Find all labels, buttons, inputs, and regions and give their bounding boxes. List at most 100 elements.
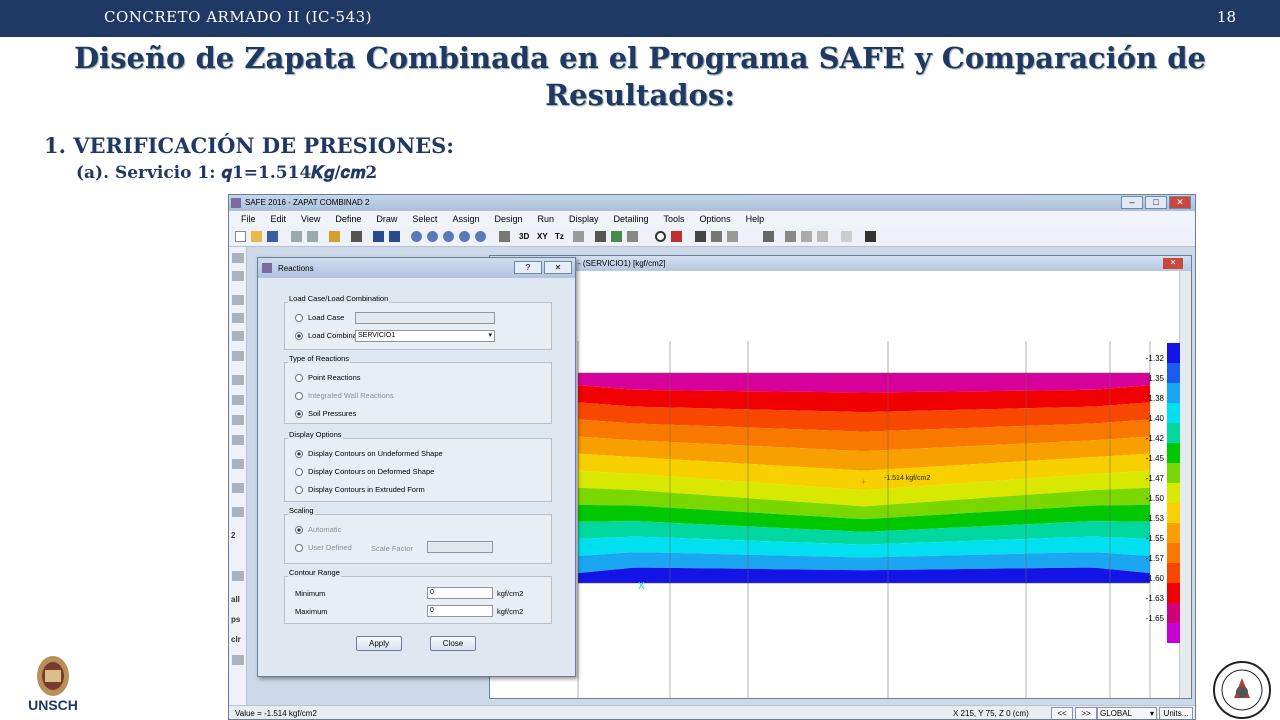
point-reactions-radio[interactable] [295,373,303,382]
select-all-button[interactable]: all [231,595,240,604]
draw-dimension-icon[interactable] [232,483,244,493]
maximize-button[interactable]: □ [1145,196,1167,209]
strip-forces-icon[interactable] [727,231,738,242]
print-icon[interactable] [817,231,828,242]
deformed-label: Display Contours on Deformed Shape [308,467,435,476]
pressure-contour-plot[interactable]: -1.32 -1.35 -1.38 -1.40 -1.42 -1.45 -1.47 -1.50… [490,271,1180,699]
draw-tendon-icon[interactable] [232,435,244,445]
pan-icon[interactable] [499,231,510,242]
lock-icon[interactable] [351,231,362,242]
draw-support-icon[interactable] [232,507,244,517]
draw-beam-icon[interactable] [232,395,244,405]
load-combo-select[interactable]: SERVICIO1 ▾ [355,330,495,342]
run-check-icon[interactable] [389,231,400,242]
member-forces-icon[interactable] [711,231,722,242]
soil-pressures-option[interactable]: Soil Pressures [295,409,356,418]
next-button[interactable]: >> [1075,707,1097,719]
menu-options[interactable]: Options [700,214,731,224]
zoom-in-icon[interactable] [443,231,454,242]
draw-wall-icon[interactable] [232,415,244,425]
new-file-icon[interactable] [235,231,246,242]
menu-detailing[interactable]: Detailing [614,214,649,224]
snap-grid-icon[interactable] [232,655,244,665]
deformed-shape-icon[interactable] [671,231,682,242]
undeformed-option[interactable]: Display Contours on Undeformed Shape [295,449,443,458]
help-button[interactable]: ? [514,261,542,274]
dropdown-arrow-icon[interactable]: ▾ [1150,708,1154,719]
check-icon[interactable] [627,231,638,242]
menu-file[interactable]: File [241,214,256,224]
undeformed-radio[interactable] [295,449,303,458]
design-results-icon[interactable] [763,231,774,242]
dialog-close-button[interactable]: ✕ [544,261,572,274]
draw-line-icon[interactable] [232,375,244,385]
minimum-input[interactable]: 0 [427,587,493,599]
glasses-icon[interactable] [595,231,606,242]
menu-tools[interactable]: Tools [664,214,685,224]
coordinate-system-select[interactable]: GLOBAL ▾ [1097,707,1157,719]
tool-2[interactable]: 2 [231,531,235,540]
menu-design[interactable]: Design [494,214,522,224]
minimize-button[interactable]: – [1121,196,1143,209]
redo-icon[interactable] [307,231,318,242]
draw-point-icon[interactable] [232,351,244,361]
menu-select[interactable]: Select [412,214,437,224]
zoom-fit-icon[interactable] [427,231,438,242]
clear-selection-button[interactable]: clr [231,635,241,644]
menu-run[interactable]: Run [537,214,554,224]
menu-draw[interactable]: Draw [376,214,397,224]
soil-pressures-radio[interactable] [295,409,303,418]
set-display-icon[interactable] [611,231,622,242]
vertical-scrollbar[interactable] [1179,271,1191,698]
zoom-previous-icon[interactable] [475,231,486,242]
zoom-out-icon[interactable] [459,231,470,242]
pointer-icon[interactable] [232,253,244,263]
menu-display[interactable]: Display [569,214,599,224]
reshape-icon[interactable] [232,271,244,281]
previous-selection-button[interactable]: ps [231,615,240,624]
deformed-radio[interactable] [295,467,303,476]
apply-button[interactable]: Apply [356,636,402,651]
grid-table-icon[interactable] [865,231,876,242]
snap-icon[interactable] [232,571,244,581]
zoom-window-icon[interactable] [411,231,422,242]
close-plot-button[interactable]: ✕ [1163,258,1183,269]
menu-help[interactable]: Help [746,214,765,224]
extruded-option[interactable]: Display Contours in Extruded Form [295,485,425,494]
draw-rectangle-icon[interactable] [232,313,244,323]
menu-define[interactable]: Define [335,214,361,224]
draw-strip-icon[interactable] [232,459,244,469]
close-app-button[interactable]: ✕ [1169,196,1191,209]
pencil-icon[interactable] [329,231,340,242]
menu-assign[interactable]: Assign [452,214,479,224]
load-case-radio[interactable] [295,313,303,322]
dialog-close-action-button[interactable]: Close [430,636,476,651]
reactions-icon[interactable] [695,231,706,242]
undeformed-shape-icon[interactable] [655,231,666,242]
view-xy-button[interactable]: XY [537,232,548,241]
table-icon[interactable] [785,231,796,242]
report-icon[interactable] [801,231,812,242]
open-folder-icon[interactable] [251,231,262,242]
maximum-input[interactable]: 0 [427,605,493,617]
menu-edit[interactable]: Edit [271,214,287,224]
menu-view[interactable]: View [301,214,320,224]
previous-button[interactable]: << [1051,707,1073,719]
units-button[interactable]: Units... [1159,707,1193,719]
draw-column-icon[interactable] [232,331,244,341]
chart-icon[interactable] [841,231,852,242]
rotate-view-icon[interactable] [573,231,584,242]
load-combo-radio[interactable] [295,331,303,340]
view-3d-button[interactable]: 3D [519,232,529,241]
point-reactions-option[interactable]: Point Reactions [295,373,361,382]
draw-area-icon[interactable] [232,295,244,305]
extruded-radio[interactable] [295,485,303,494]
load-case-option[interactable]: Load Case [295,313,344,322]
dropdown-arrow-icon[interactable]: ▾ [488,331,492,341]
load-case-select[interactable] [355,312,495,324]
view-tz-button[interactable]: Tz [555,232,564,241]
run-icon[interactable] [373,231,384,242]
save-icon[interactable] [267,231,278,242]
undo-icon[interactable] [291,231,302,242]
deformed-option[interactable]: Display Contours on Deformed Shape [295,467,434,476]
